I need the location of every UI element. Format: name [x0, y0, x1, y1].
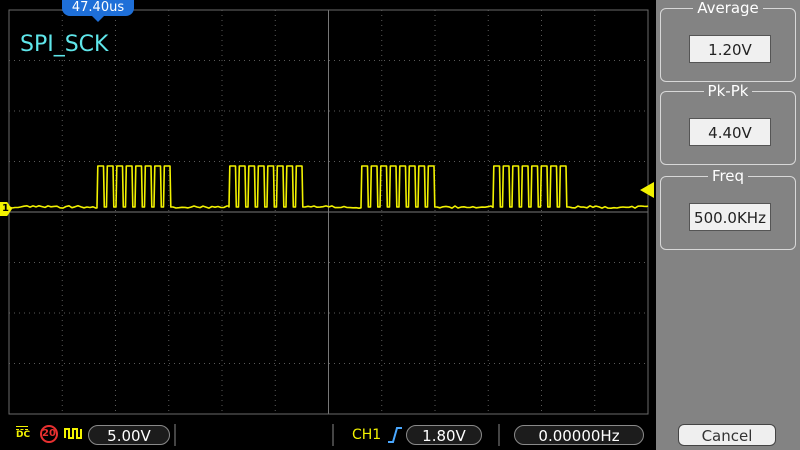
measurement-value: 4.40V [689, 118, 771, 146]
trigger-source[interactable]: CH1 [352, 425, 381, 445]
volts-per-div[interactable]: 5.00V [88, 425, 170, 445]
measurement-value: 500.0KHz [689, 203, 771, 231]
waveform-invert-icon [64, 425, 84, 446]
cancel-button[interactable]: Cancel [678, 424, 776, 446]
measurement-title: Freq [708, 167, 748, 185]
measurement-title: Pk-Pk [704, 82, 753, 100]
divider [498, 424, 500, 446]
measurement-freq[interactable]: Freq 500.0KHz [660, 176, 796, 250]
waveform-display: 47.40us SPI_SCK 1 [0, 0, 656, 420]
graticule [0, 0, 656, 420]
channel-label: SPI_SCK [20, 32, 108, 57]
measurement-pk-pk[interactable]: Pk-Pk 4.40V [660, 91, 796, 165]
measurement-panel: Average 1.20V Pk-Pk 4.40V Freq 500.0KHz … [656, 0, 800, 450]
coupling-label: DC [16, 431, 30, 440]
timebase-position-badge: 47.40us [62, 0, 134, 16]
divider [174, 424, 176, 446]
measurement-value: 1.20V [689, 35, 771, 63]
measurement-title: Average [693, 0, 763, 17]
measurement-average[interactable]: Average 1.20V [660, 8, 796, 82]
rising-edge-icon [387, 425, 403, 449]
trigger-level-marker[interactable] [640, 182, 654, 198]
frequency-counter: 0.00000Hz [514, 425, 644, 445]
status-bar: DC 20 5.00V CH1 1.80V 0.00000Hz [0, 420, 656, 450]
trigger-level[interactable]: 1.80V [406, 425, 482, 445]
dc-coupling-icon: DC [16, 425, 30, 440]
bandwidth-limit-icon: 20 [40, 425, 58, 443]
divider [332, 424, 334, 446]
